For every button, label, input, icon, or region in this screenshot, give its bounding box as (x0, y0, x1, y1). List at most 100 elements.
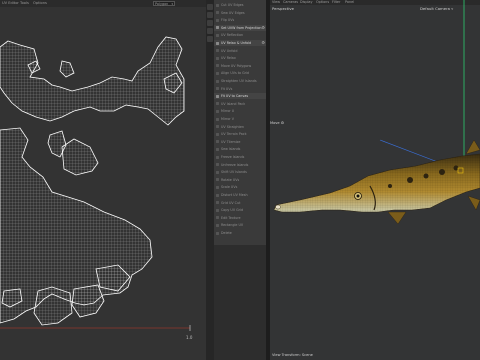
menu-item[interactable]: Rectangle UV (214, 222, 266, 228)
menu-item[interactable]: UV Straighten (214, 124, 266, 130)
tool-icon (216, 223, 219, 227)
menu-item-label: Shift UV Islands (221, 170, 247, 175)
tool-icon (216, 208, 219, 212)
menu-item[interactable]: Edit Texture (214, 215, 266, 221)
uv-island-fin-2 (61, 138, 99, 176)
tool-icon (216, 178, 219, 182)
tool-icon (216, 216, 219, 220)
uv-tools-menu: Cut UV Edges Sew UV Edges Flip UVs Set UVW … (214, 0, 266, 245)
rotate-tool-icon[interactable] (207, 20, 213, 26)
tool-icon (216, 109, 219, 113)
menu-item[interactable]: Fit UVs (214, 86, 266, 92)
uv-header-item-0[interactable]: UV Editor (2, 0, 19, 7)
menu-item[interactable]: Delete (214, 230, 266, 236)
uv-island-fin-6 (71, 284, 105, 318)
menu-item-label: UV Relax (221, 56, 236, 61)
menu-item-label: UV Straighten (221, 124, 244, 129)
menu-item-label: Sew Islands (221, 147, 241, 152)
uv-header-item-1[interactable]: Tools (20, 0, 29, 7)
menu-item-label: Delete (221, 231, 232, 235)
scale-tool-icon[interactable] (207, 28, 213, 34)
tool-icon (216, 87, 219, 91)
viewport-3d[interactable]: View Cameras Display Options Filter Pane… (270, 0, 480, 360)
tool-icon (216, 185, 219, 189)
menu-item[interactable]: Scale UVs (214, 184, 266, 190)
menu-item-label: Flip UVs (221, 18, 235, 23)
menu-item[interactable]: Align UVs to Grid (214, 70, 266, 76)
menu-item[interactable]: Sew UV Edges (214, 10, 266, 16)
menu-item[interactable]: UV Reflection (214, 32, 266, 38)
uv-tools-menu-empty (214, 245, 266, 360)
fish-spot (423, 173, 429, 179)
tool-icon (216, 147, 219, 151)
uv-header-item-2[interactable]: Options (33, 0, 47, 7)
menu-item[interactable]: UV Unfold (214, 48, 266, 54)
brush-tool-icon[interactable] (207, 36, 213, 42)
menu-item[interactable]: Fit UV to Canvas (214, 93, 266, 100)
menu-item[interactable]: UV Island Pack (214, 101, 266, 107)
menu-item-label: Rotate UVs (221, 177, 240, 182)
uv-mesh-drawing (0, 36, 191, 331)
menu-item[interactable]: Unfreeze Islands (214, 162, 266, 168)
menu-item[interactable]: Set UVW from Projection ⚙ (214, 24, 266, 31)
menu-item-label: Freeze Islands (221, 155, 245, 159)
menu-item[interactable]: Cut UV Edges (214, 2, 266, 8)
tool-icon (216, 163, 219, 167)
fish-wireframe-overlay (274, 154, 480, 212)
menu-item[interactable]: UV Terrain Pack (214, 131, 266, 137)
uv-tool-strip (206, 0, 214, 360)
uv-island-upper (0, 36, 185, 126)
settings-gear-icon[interactable]: ⚙ (261, 25, 265, 31)
tool-icon (216, 49, 219, 53)
fish-spot (388, 184, 392, 188)
menu-item-label: UV Reflection (221, 33, 244, 38)
menu-item[interactable]: Distort UV Mesh (214, 192, 266, 198)
menu-item-label: Distort UV Mesh (221, 193, 248, 197)
menu-item-label: Grid UV Cut (221, 200, 241, 205)
menu-item[interactable]: Mirror V (214, 116, 266, 122)
fish-pupil (356, 194, 360, 198)
tool-icon (216, 26, 219, 30)
menu-item[interactable]: Straighten UV Islands (214, 78, 266, 84)
tool-icon (216, 18, 219, 22)
menu-item-label: Edit Texture (221, 215, 241, 220)
menu-item-label: Align UVs to Grid (221, 71, 250, 76)
tool-icon (216, 117, 219, 121)
menu-item-label: Set UVW from Projection (221, 25, 262, 30)
fish-spot (439, 169, 445, 175)
uv-mode-select[interactable]: Polygon ▾ (153, 1, 175, 6)
menu-item[interactable]: Sew Islands (214, 146, 266, 152)
menu-item-label: Move UV Polygons (221, 63, 252, 68)
menu-item-label: Fit UVs (221, 86, 233, 91)
settings-gear-icon[interactable]: ⚙ (261, 40, 265, 46)
uv-editor-panel[interactable]: UV Editor Tools Options Polygon ▾ 1.0 (0, 0, 206, 360)
tool-icon (216, 33, 219, 37)
viewport-status: View Transform: Scene (272, 353, 313, 357)
menu-item[interactable]: Freeze Islands (214, 154, 266, 160)
tool-icon (216, 193, 219, 197)
menu-item[interactable]: Mirror U (214, 108, 266, 114)
tool-icon (216, 11, 219, 15)
menu-item[interactable]: UV Tilemize (214, 139, 266, 145)
menu-item-label: Straighten UV Islands (221, 79, 257, 83)
menu-item[interactable]: Shift UV Islands (214, 169, 266, 175)
menu-item[interactable]: Flip UVs (214, 17, 266, 23)
menu-item[interactable]: Copy UV Grid (214, 207, 266, 213)
tool-icon (216, 231, 219, 235)
tool-icon (216, 155, 219, 159)
menu-item[interactable]: Grid UV Cut (214, 200, 266, 206)
uv-canvas[interactable]: 1.0 (0, 7, 206, 360)
tool-icon (216, 102, 219, 106)
menu-item[interactable]: Move UV Polygons (214, 63, 266, 69)
menu-item-label: UV Relax & Unfold (221, 41, 252, 45)
tool-icon (216, 3, 219, 7)
uv-editor-header: UV Editor Tools Options Polygon ▾ (0, 0, 206, 7)
move-tool-icon[interactable] (207, 12, 213, 18)
tool-icon (216, 140, 219, 144)
uv-island-fin-5 (33, 286, 73, 326)
menu-item[interactable]: UV Relax & Unfold ⚙ (214, 40, 266, 46)
select-tool-icon[interactable] (207, 4, 213, 10)
menu-item-label: UV Terrain Pack (221, 132, 247, 137)
menu-item[interactable]: Rotate UVs (214, 177, 266, 183)
menu-item[interactable]: UV Relax (214, 55, 266, 61)
